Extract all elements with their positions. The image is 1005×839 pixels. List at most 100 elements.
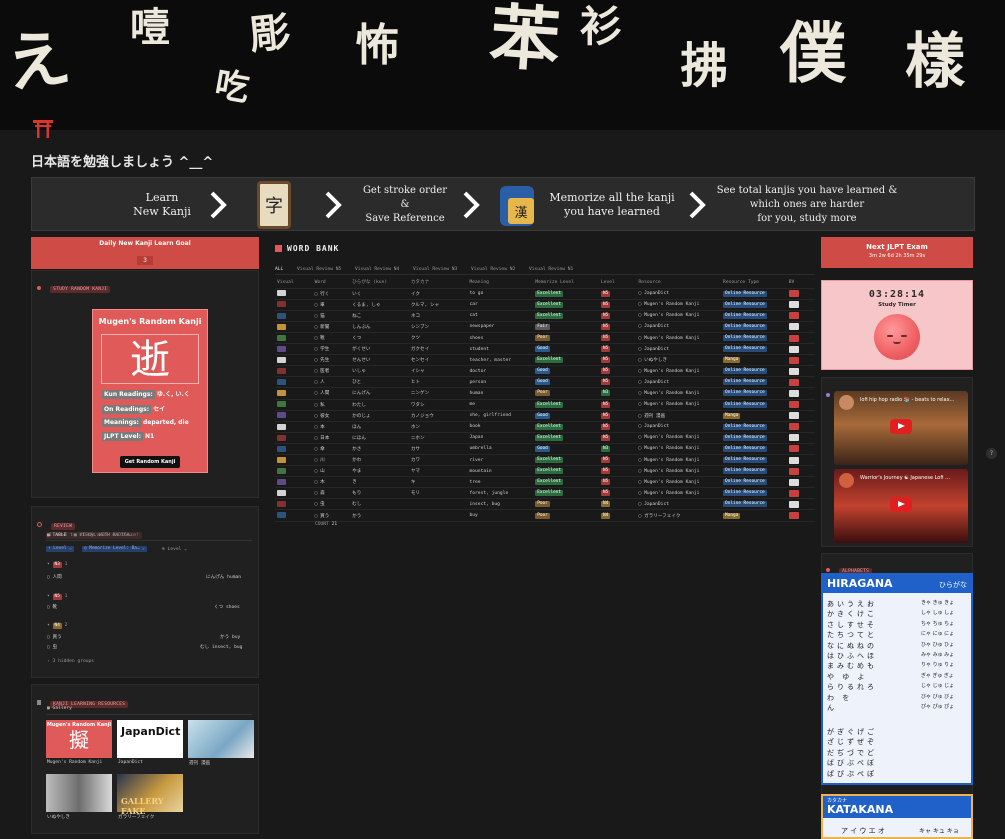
table-row[interactable]: ▢ 虫むし insect, bug Poor N4 ▢ JapanDict Online …: [275, 498, 815, 511]
hidden-groups-toggle[interactable]: › 3 hidden groups: [47, 659, 94, 664]
help-button[interactable]: ?: [986, 448, 997, 459]
table-row[interactable]: ▢ 木きキ tree Excellent N5 ▢ Mugen's Random Kan…: [275, 476, 815, 489]
hiragana-row: や ゆ よ: [827, 672, 868, 681]
youtube-play-icon[interactable]: [890, 419, 912, 434]
resource-cell: ▢ Mugen's Random Kanji: [636, 299, 722, 311]
group-header[interactable]: ▾ N3 1: [47, 562, 67, 568]
table-row[interactable]: ▢ 車くるま, しゃ クルマ, シャ car Excellent N5 ▢ Mugen's…: [275, 299, 815, 311]
column-header[interactable]: Meaning: [467, 277, 534, 289]
resource-card-inuyashiki[interactable]: [46, 774, 112, 812]
resource-link[interactable]: JapanDict: [644, 291, 669, 296]
table-row[interactable]: ▢ 医者 いしゃ イシャ doctor Good N5 ▢ Mugen's Random K…: [275, 365, 815, 378]
table-row[interactable]: ▢ 人間 にんげん ニンゲン human Poor N3 ▢ Mugen's Random …: [275, 387, 815, 400]
table-row[interactable]: ▢ 日本 にほん ニホン Japan Excellent N5 ▢ Mugen's Rand…: [275, 432, 815, 444]
resource-link[interactable]: JapanDict: [644, 424, 669, 429]
word-bank-tab[interactable]: ALL: [275, 267, 283, 272]
table-row[interactable]: ▢ 私わたし ワタシ me Excellent N5 ▢ Mugen's Random K…: [275, 399, 815, 411]
tab-table[interactable]: ▦ TABLE: [47, 533, 66, 538]
meaning-cell: person: [467, 376, 534, 389]
filter-level[interactable]: ↑ Level ⌄: [46, 546, 74, 552]
filter-memorize[interactable]: ◎ Memorize Level: Ba… ⌄: [82, 546, 147, 552]
level-badge: N5: [600, 401, 611, 408]
resource-card-gallery-fake[interactable]: GALLERY FAKE: [117, 774, 183, 816]
review-row[interactable]: ▢ 靴: [47, 604, 57, 610]
table-row[interactable]: ▢ 傘かさ カサ umbrella Good N3 ▢ Mugen's Random Ka…: [275, 443, 815, 456]
resource-link[interactable]: JapanDict: [644, 502, 669, 507]
resource-link[interactable]: JapanDict: [644, 347, 669, 352]
word-bank-tab[interactable]: Visual Review N2: [471, 267, 515, 272]
filter-level-2[interactable]: ⊕ Level ⌄: [162, 547, 187, 552]
daily-goal-stepper[interactable]: 3: [137, 256, 153, 265]
table-row[interactable]: ▢ 新聞 しんぶん シンブン newspaper Fair N5 ▢ JapanDict On…: [275, 321, 815, 333]
tab-gallery[interactable]: ▦ Gallery: [47, 706, 72, 711]
resource-link[interactable]: Mugen's Random Kanji: [644, 313, 699, 318]
resource-link[interactable]: Mugen's Random Kanji: [644, 458, 699, 463]
resource-link[interactable]: Mugen's Random Kanji: [644, 446, 699, 451]
column-header[interactable]: Resource Type: [721, 277, 787, 289]
column-header[interactable]: カタカナ: [408, 277, 468, 289]
visual-cell: [275, 465, 313, 478]
table-row[interactable]: ▢ 人ひと ヒト person Good N5 ▢ JapanDict Online Res…: [275, 376, 815, 389]
resource-link[interactable]: ガラリーフェイク: [644, 514, 680, 519]
column-header[interactable]: Memorize Level: [533, 277, 599, 289]
word-bank-tab[interactable]: Visual Review N4: [355, 267, 399, 272]
tab-visual-radical[interactable]: ▦ VISUAL WITH RADICA…: [74, 533, 132, 538]
memorize-badge: Excellent: [535, 401, 564, 408]
column-header[interactable]: Level: [598, 277, 637, 289]
bv-thumb-icon: [788, 401, 799, 409]
word-bank-tab[interactable]: Visual Review N1: [529, 267, 573, 272]
youtube-play-icon[interactable]: [890, 497, 912, 512]
table-row[interactable]: ▢ 先生 せんせい センセイ teacher, master Excellent N5 ▢ …: [275, 354, 815, 367]
review-row[interactable]: ▢ 人間: [47, 574, 62, 580]
level-cell: N5: [598, 288, 637, 300]
resource-card-japandict[interactable]: JapanDict: [117, 720, 183, 758]
memorize-badge: Poor: [535, 512, 550, 519]
resource-link[interactable]: Mugen's Random Kanji: [644, 336, 699, 341]
word-bank-title-row: WORD BANK: [275, 244, 339, 253]
table-row[interactable]: ▢ 山やま ヤマ mountain Excellent N5 ▢ Mugen's Rand…: [275, 465, 815, 478]
review-word: 靴: [52, 605, 58, 610]
table-row[interactable]: ▢ 買う かう buy Poor N4 ▢ ガラリーフェイク Manga: [275, 509, 815, 522]
resource-link[interactable]: JapanDict: [644, 324, 669, 329]
video-embed-lofi[interactable]: lofi hip hop radio 📚 - beats to relax…: [834, 391, 968, 465]
column-header[interactable]: Word: [312, 277, 351, 289]
group-header[interactable]: ▾ N4 2: [47, 623, 67, 629]
video-embed-warrior[interactable]: Warrior's Journey ☯ Japanese Lofi …: [834, 469, 968, 543]
resource-link[interactable]: Mugen's Random Kanji: [644, 369, 699, 374]
level-badge: N5: [600, 479, 611, 486]
table-row[interactable]: ▢ 行く いく イク to go Excellent N5 ▢ JapanDict Onlin…: [275, 288, 815, 300]
table-row[interactable]: ▢ 靴くつ クツ shoes Poor N5 ▢ Mugen's Random Kanji…: [275, 332, 815, 345]
column-header[interactable]: ひらがな (kun): [350, 277, 409, 289]
review-row[interactable]: ▢ 買う: [47, 634, 62, 640]
katakana-cell: イシャ: [408, 365, 468, 378]
column-header[interactable]: Visual: [275, 277, 313, 289]
resource-type-badge: Online Resource: [723, 434, 767, 441]
table-row[interactable]: ▢ 本ほん ホン book Excellent N5 ▢ JapanDict Online …: [275, 421, 815, 433]
resource-link[interactable]: Mugen's Random Kanji: [644, 302, 699, 307]
resource-link[interactable]: Mugen's Random Kanji: [644, 391, 699, 396]
resource-link[interactable]: いぬやしき: [644, 358, 667, 363]
table-row[interactable]: ▢ 森もり モリ forest, jungle Excellent N5 ▢ Mugen'…: [275, 487, 815, 500]
table-row[interactable]: ▢ 彼女 かのじょ カノジョウ she, girlfriend Good N5 ▢ 週刊 漫…: [275, 410, 815, 422]
resource-link[interactable]: Mugen's Random Kanji: [644, 469, 699, 474]
column-header[interactable]: BV: [786, 277, 815, 289]
column-header[interactable]: Resource: [636, 277, 722, 289]
resource-link[interactable]: Mugen's Random Kanji: [644, 491, 699, 496]
table-row[interactable]: ▢ 学生 がくせい ガクセイ student Good N5 ▢ JapanDict Onli…: [275, 343, 815, 356]
resource-link[interactable]: Mugen's Random Kanji: [644, 402, 699, 407]
word-bank-tab[interactable]: Visual Review N3: [413, 267, 457, 272]
resource-link[interactable]: Mugen's Random Kanji: [644, 435, 699, 440]
resource-link[interactable]: 週刊 漫画: [644, 414, 665, 419]
resource-link[interactable]: Mugen's Random Kanji: [644, 480, 699, 485]
table-row[interactable]: ▢ 猫ねこ ネコ cat Excellent N5 ▢ Mugen's Random Ka…: [275, 310, 815, 322]
table-row[interactable]: ▢ 川かわ カワ river Excellent N5 ▢ Mugen's Random …: [275, 454, 815, 467]
resource-card-mugen[interactable]: Mugen's Random Kanji 擬: [46, 720, 112, 758]
word-bank-count: COUNT 21: [315, 522, 337, 527]
resource-link[interactable]: JapanDict: [644, 380, 669, 385]
resource-card-manga[interactable]: [188, 720, 254, 758]
get-random-kanji-button[interactable]: Get Random Kanji: [120, 456, 180, 468]
review-row[interactable]: ▢ 虫: [47, 644, 57, 650]
word-bank-tab[interactable]: Visual Review N5: [297, 267, 341, 272]
group-header[interactable]: ▾ N5 1: [47, 594, 67, 600]
visual-cell: [275, 321, 313, 333]
